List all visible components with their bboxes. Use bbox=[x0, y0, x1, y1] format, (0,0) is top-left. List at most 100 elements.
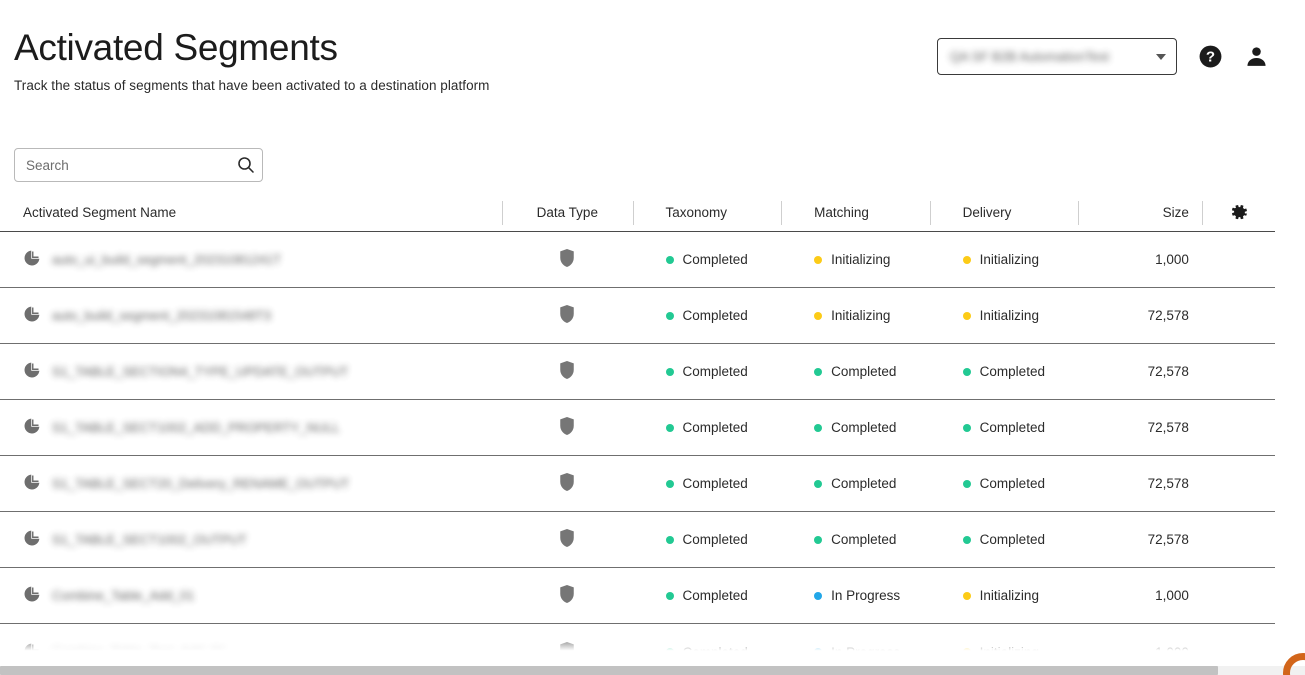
status-label: Completed bbox=[682, 420, 748, 435]
row-actions-cell bbox=[1202, 344, 1275, 400]
status-dot bbox=[814, 311, 823, 320]
taxonomy-status-cell: Completed bbox=[633, 344, 782, 400]
delivery-status-cell: Completed bbox=[930, 512, 1079, 568]
taxonomy-status-cell: Completed bbox=[633, 288, 782, 344]
pie-chart-icon bbox=[23, 417, 41, 438]
taxonomy-status-cell: Completed bbox=[633, 400, 782, 456]
pie-chart-icon bbox=[23, 249, 41, 270]
person-icon[interactable] bbox=[1243, 44, 1269, 70]
segment-name-cell[interactable]: Combine_Table_Test_Add_01 bbox=[14, 624, 502, 659]
search-box[interactable] bbox=[14, 148, 263, 182]
status-label: Completed bbox=[682, 588, 748, 603]
delivery-status-cell: Initializing bbox=[930, 288, 1079, 344]
status-label: Completed bbox=[682, 252, 748, 267]
status-dot bbox=[665, 479, 674, 488]
table-row[interactable]: auto_ui_build_segment_20231081241T Comple… bbox=[0, 232, 1275, 288]
help-circle-icon[interactable]: ? bbox=[1197, 44, 1223, 70]
row-actions-cell bbox=[1202, 232, 1275, 288]
size-cell: 72,578 bbox=[1147, 532, 1189, 547]
svg-text:?: ? bbox=[1205, 49, 1214, 66]
status-dot bbox=[814, 591, 823, 600]
shield-icon bbox=[558, 584, 576, 607]
delivery-status-cell: Completed bbox=[930, 344, 1079, 400]
column-header-name[interactable]: Activated Segment Name bbox=[14, 200, 502, 226]
matching-status-cell: Initializing bbox=[781, 232, 930, 288]
segment-name-cell[interactable]: auto_build_segment_20231081548T3 bbox=[14, 288, 502, 344]
status-dot bbox=[962, 648, 971, 656]
status-label: In Progress bbox=[831, 588, 901, 603]
table-header-row: Activated Segment Name Data Type Taxonom… bbox=[0, 194, 1275, 232]
status-dot bbox=[814, 479, 823, 488]
activated-segments-table: Activated Segment Name Data Type Taxonom… bbox=[0, 194, 1305, 659]
status-dot bbox=[962, 311, 971, 320]
pie-chart-icon bbox=[23, 361, 41, 382]
table-row[interactable]: S1_TABLE_SECT1002_OUTPUT Completed Complet… bbox=[0, 512, 1275, 568]
status-dot bbox=[962, 367, 971, 376]
taxonomy-status-cell: Completed bbox=[633, 512, 782, 568]
status-dot bbox=[814, 367, 823, 376]
segment-name-label: S1_TABLE_SECT20_Delivery_RENAME_OUTPUT bbox=[52, 476, 350, 491]
table-row[interactable]: S1_TABLE_SECTION4_TYPE_UPDATE_OUTPUT Comp… bbox=[0, 344, 1275, 400]
segment-name-cell[interactable]: S1_TABLE_SECT1002_ADD_PROPERTY_NULL bbox=[14, 400, 502, 456]
org-selector-dropdown[interactable]: QA SF B2B AutomationTest bbox=[937, 38, 1177, 75]
table-row[interactable]: Combine_Table_Add_01 Completed In Progress… bbox=[0, 568, 1275, 624]
matching-status-cell: Completed bbox=[781, 344, 930, 400]
table-body: auto_ui_build_segment_20231081241T Comple… bbox=[0, 232, 1305, 659]
matching-status-cell: Completed bbox=[781, 512, 930, 568]
column-header-delivery[interactable]: Delivery bbox=[929, 200, 1079, 226]
data-type-cell bbox=[502, 232, 632, 288]
matching-status-cell: In Progress bbox=[781, 624, 930, 659]
pie-chart-icon bbox=[23, 473, 41, 494]
segment-name-cell[interactable]: Combine_Table_Add_01 bbox=[14, 568, 502, 624]
column-header-taxonomy[interactable]: Taxonomy bbox=[632, 200, 782, 226]
column-header-matching[interactable]: Matching bbox=[781, 200, 930, 226]
shield-icon bbox=[558, 641, 576, 659]
search-icon[interactable] bbox=[230, 149, 262, 181]
status-label: Completed bbox=[831, 420, 897, 435]
segment-name-cell[interactable]: auto_ui_build_segment_20231081241T bbox=[14, 232, 502, 288]
taxonomy-status-cell: Completed bbox=[633, 456, 782, 512]
status-dot bbox=[814, 423, 823, 432]
size-cell: 72,578 bbox=[1147, 420, 1189, 435]
row-actions-cell bbox=[1202, 400, 1275, 456]
status-label: Completed bbox=[831, 476, 897, 491]
horizontal-scrollbar-thumb[interactable] bbox=[0, 666, 1218, 675]
horizontal-scrollbar-track[interactable] bbox=[0, 666, 1305, 675]
segment-name-cell[interactable]: S1_TABLE_SECTION4_TYPE_UPDATE_OUTPUT bbox=[14, 344, 502, 400]
segment-name-cell[interactable]: S1_TABLE_SECT1002_OUTPUT bbox=[14, 512, 502, 568]
search-input[interactable] bbox=[15, 149, 230, 181]
table-row[interactable]: S1_TABLE_SECT1002_ADD_PROPERTY_NULL Compl… bbox=[0, 400, 1275, 456]
activated-segments-page: Activated Segments Track the status of s… bbox=[0, 0, 1305, 675]
status-dot bbox=[962, 535, 971, 544]
column-header-size[interactable]: Size bbox=[1078, 200, 1202, 226]
data-type-cell bbox=[502, 456, 632, 512]
segment-name-label: S1_TABLE_SECT1002_OUTPUT bbox=[52, 532, 247, 547]
status-dot bbox=[814, 535, 823, 544]
column-header-data-type[interactable]: Data Type bbox=[502, 200, 632, 226]
row-actions-cell bbox=[1202, 512, 1275, 568]
shield-icon bbox=[558, 528, 576, 551]
row-actions-cell bbox=[1202, 456, 1275, 512]
status-label: Initializing bbox=[979, 252, 1039, 267]
pie-chart-icon bbox=[23, 305, 41, 326]
gear-icon[interactable] bbox=[1201, 200, 1275, 226]
table-row[interactable]: S1_TABLE_SECT20_Delivery_RENAME_OUTPUT Co… bbox=[0, 456, 1275, 512]
size-cell: 72,578 bbox=[1147, 308, 1189, 323]
status-dot bbox=[665, 311, 674, 320]
table-row[interactable]: Combine_Table_Test_Add_01 Completed In Pro… bbox=[0, 624, 1275, 659]
matching-status-cell: Completed bbox=[781, 400, 930, 456]
status-dot bbox=[665, 535, 674, 544]
status-dot bbox=[962, 479, 971, 488]
delivery-status-cell: Completed bbox=[930, 400, 1079, 456]
segment-name-label: S1_TABLE_SECT1002_ADD_PROPERTY_NULL bbox=[52, 420, 340, 435]
status-dot bbox=[962, 255, 971, 264]
segment-name-cell[interactable]: S1_TABLE_SECT20_Delivery_RENAME_OUTPUT bbox=[14, 456, 502, 512]
shield-icon bbox=[558, 248, 576, 271]
status-label: Completed bbox=[979, 532, 1045, 547]
delivery-status-cell: Initializing bbox=[930, 232, 1079, 288]
status-label: Completed bbox=[682, 532, 748, 547]
pie-chart-icon bbox=[23, 529, 41, 550]
table-row[interactable]: auto_build_segment_20231081548T3 Complete… bbox=[0, 288, 1275, 344]
data-type-cell bbox=[502, 400, 632, 456]
status-dot bbox=[665, 591, 674, 600]
